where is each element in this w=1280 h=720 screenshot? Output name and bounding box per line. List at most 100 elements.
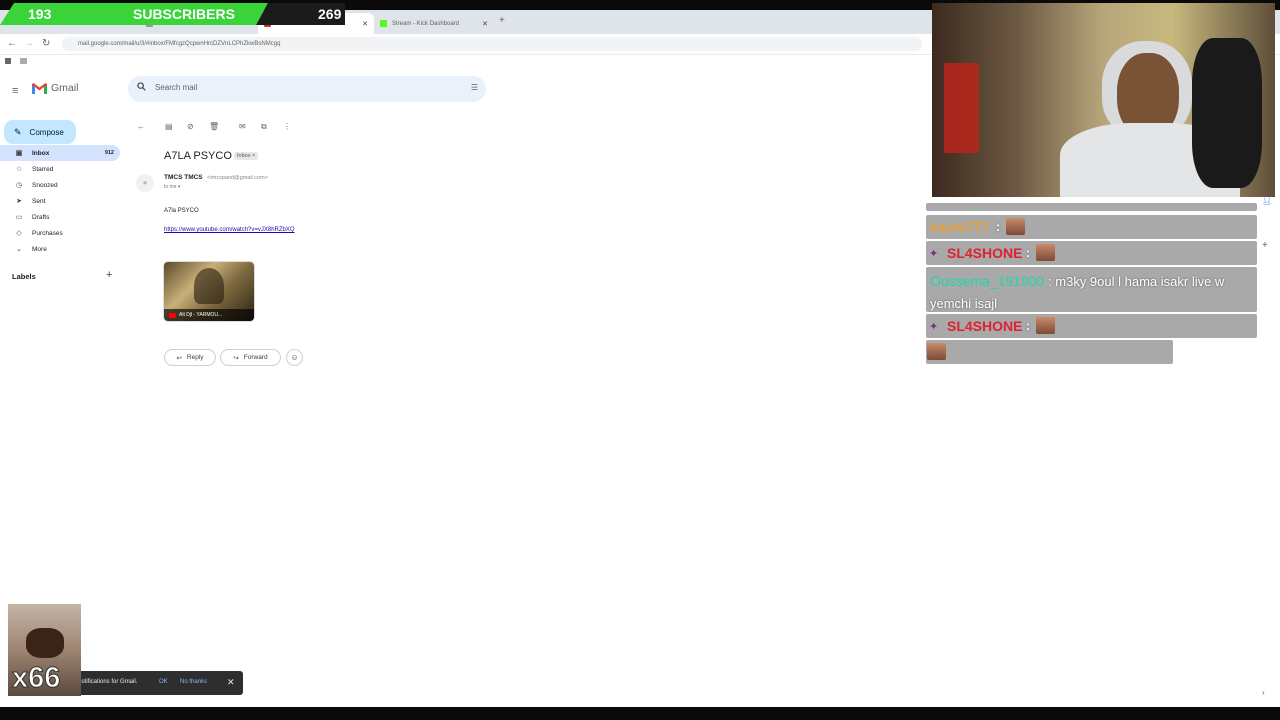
- emote-icon: [1036, 244, 1055, 261]
- chat-username: SL4SHONE: [947, 318, 1023, 334]
- report-spam-icon[interactable]: ⊘: [187, 122, 194, 131]
- sender-name: TMCS TMCS: [164, 174, 203, 181]
- chat-message-partial: [926, 203, 1257, 211]
- search-bar[interactable]: Search mail ☰: [128, 76, 486, 102]
- sidebar-item-label: Sent: [32, 197, 46, 205]
- new-tab-icon[interactable]: +: [499, 15, 505, 26]
- sidebar-item-more[interactable]: ⌄ More: [0, 241, 120, 257]
- emoji-reaction-button[interactable]: ☺: [286, 349, 303, 366]
- back-to-inbox-icon[interactable]: ←: [137, 122, 145, 131]
- recipient-details[interactable]: to me ▾: [164, 184, 180, 190]
- snackbar-no-thanks-button[interactable]: No thanks: [180, 679, 207, 685]
- sidebar-item-sent[interactable]: ➤ Sent: [0, 193, 120, 209]
- chat-colon: :: [996, 219, 1001, 234]
- close-icon[interactable]: ✕: [227, 677, 235, 688]
- draft-icon: ▭: [15, 214, 23, 221]
- reload-icon[interactable]: ↻: [42, 38, 50, 50]
- subscriber-count: 193: [28, 6, 52, 22]
- tab-label: Stream - Kick Dashboard: [392, 20, 460, 27]
- sidebar-item-starred[interactable]: ☆ Starred: [0, 161, 120, 177]
- apps-icon[interactable]: [20, 58, 27, 64]
- tab-kick[interactable]: Stream - Kick Dashboard ✕: [374, 13, 494, 34]
- sidebar-item-label: Purchases: [32, 229, 63, 237]
- inbox-icon: ▣: [15, 150, 23, 157]
- chat-message: Oussema_191900 : m3ky 9oul l hama isakr …: [926, 267, 1257, 312]
- pencil-icon: ✎: [14, 126, 22, 137]
- more-options-icon[interactable]: ⋮: [283, 122, 291, 131]
- youtube-link[interactable]: https://www.youtube.com/watch?v=vJX8hRZb…: [164, 227, 295, 233]
- search-input[interactable]: Search mail: [155, 83, 197, 92]
- chat-username: kashi777: [930, 219, 990, 235]
- search-icon[interactable]: [137, 82, 146, 93]
- thumbnail-figure: [194, 268, 224, 304]
- archive-icon[interactable]: ▤: [165, 122, 173, 131]
- thumbnail-caption: Alt Djl - YARMOU...: [164, 309, 254, 321]
- forward-label: Forward: [243, 354, 268, 361]
- smiley-icon: ☺: [290, 353, 299, 362]
- youtube-thumbnail[interactable]: Alt Djl - YARMOU...: [164, 262, 254, 321]
- reply-icon: ↩: [176, 354, 182, 362]
- tag-icon: ◇: [16, 230, 22, 237]
- url-field[interactable]: mail.google.com/mail/u/3/#inbox/FMfcgzQc…: [62, 37, 922, 51]
- reply-button[interactable]: ↩ Reply: [164, 349, 216, 366]
- email-subject: A7LA PSYCO: [164, 150, 232, 162]
- sidebar-item-snoozed[interactable]: ◷ Snoozed: [0, 177, 120, 193]
- compose-button[interactable]: ✎ Compose: [4, 120, 76, 144]
- sender-email: <tmcspand@gmail.com>: [207, 175, 268, 181]
- sidebar-item-label: Snoozed: [32, 181, 58, 189]
- labels-heading: Labels: [12, 272, 36, 281]
- forward-button[interactable]: ↪ Forward: [220, 349, 281, 366]
- sidebar-item-label: More: [32, 245, 47, 253]
- compose-label: Compose: [29, 127, 64, 137]
- sidebar-item-label: Drafts: [32, 213, 50, 221]
- main-menu-icon[interactable]: ≡: [12, 85, 18, 97]
- chat-message: kashi777 :: [926, 215, 1257, 239]
- bookmark-icon[interactable]: [5, 58, 11, 64]
- forward-icon[interactable]: →: [24, 38, 34, 50]
- streamer-webcam: [932, 3, 1275, 197]
- unread-count: 912: [104, 150, 114, 156]
- delete-icon[interactable]: 🗑︎: [209, 122, 219, 131]
- badge-icon: ✦: [929, 248, 939, 260]
- sidebar-item-inbox[interactable]: ▣ Inbox 912: [0, 145, 120, 161]
- webcam-red-light: [944, 63, 979, 153]
- send-icon: ➤: [16, 198, 22, 205]
- move-to-icon[interactable]: ⧉: [261, 122, 267, 132]
- gmail-wordmark: Gmail: [51, 82, 79, 94]
- chat-username: SL4SHONE: [947, 245, 1023, 261]
- add-label-icon[interactable]: +: [106, 269, 112, 281]
- sidebar-item-purchases[interactable]: ◇ Purchases: [0, 225, 120, 241]
- sender-avatar: ●: [136, 174, 154, 192]
- mark-unread-icon[interactable]: ✉: [239, 122, 246, 131]
- chat-colon: :: [1044, 274, 1056, 289]
- email-body-text: A7la PSYCO: [164, 208, 199, 214]
- sidebar-item-label: Starred: [32, 165, 54, 173]
- combo-count: x66: [11, 662, 61, 695]
- snackbar-text: notifications for Gmail.: [78, 679, 138, 685]
- close-tab-icon[interactable]: ✕: [482, 20, 488, 28]
- close-tab-icon[interactable]: ✕: [362, 20, 368, 28]
- chat-message: ✦ SL4SHONE :: [926, 314, 1257, 338]
- emote-icon: [1006, 218, 1025, 235]
- gmail-logo[interactable]: Gmail: [32, 82, 78, 94]
- subscriber-label: SUBSCRIBERS: [133, 6, 235, 22]
- chat-colon: :: [1026, 245, 1031, 260]
- subscriber-goal: 269: [318, 6, 342, 22]
- snackbar-ok-button[interactable]: OK: [159, 679, 168, 685]
- chat-colon: :: [1026, 318, 1031, 333]
- forward-icon: ↪: [233, 354, 239, 362]
- chat-message: [926, 340, 1173, 364]
- meme-face: [26, 628, 64, 658]
- chat-message: ✦ SL4SHONE :: [926, 241, 1257, 265]
- sidebar-item-drafts[interactable]: ▭ Drafts: [0, 209, 120, 225]
- stream-chat: kashi777 : ✦ SL4SHONE : Oussema_191900 :…: [926, 203, 1274, 693]
- kick-favicon-icon: [380, 20, 387, 27]
- chat-username: Oussema_191900: [930, 273, 1045, 289]
- search-options-icon[interactable]: ☰: [471, 83, 478, 92]
- inbox-label-chip[interactable]: Inbox ×: [234, 152, 259, 160]
- back-icon[interactable]: ←: [7, 38, 17, 50]
- star-icon: ☆: [15, 166, 23, 173]
- combo-meme-image: x66: [8, 604, 81, 696]
- sidebar-item-label: Inbox: [32, 149, 50, 157]
- clock-icon: ◷: [15, 182, 23, 189]
